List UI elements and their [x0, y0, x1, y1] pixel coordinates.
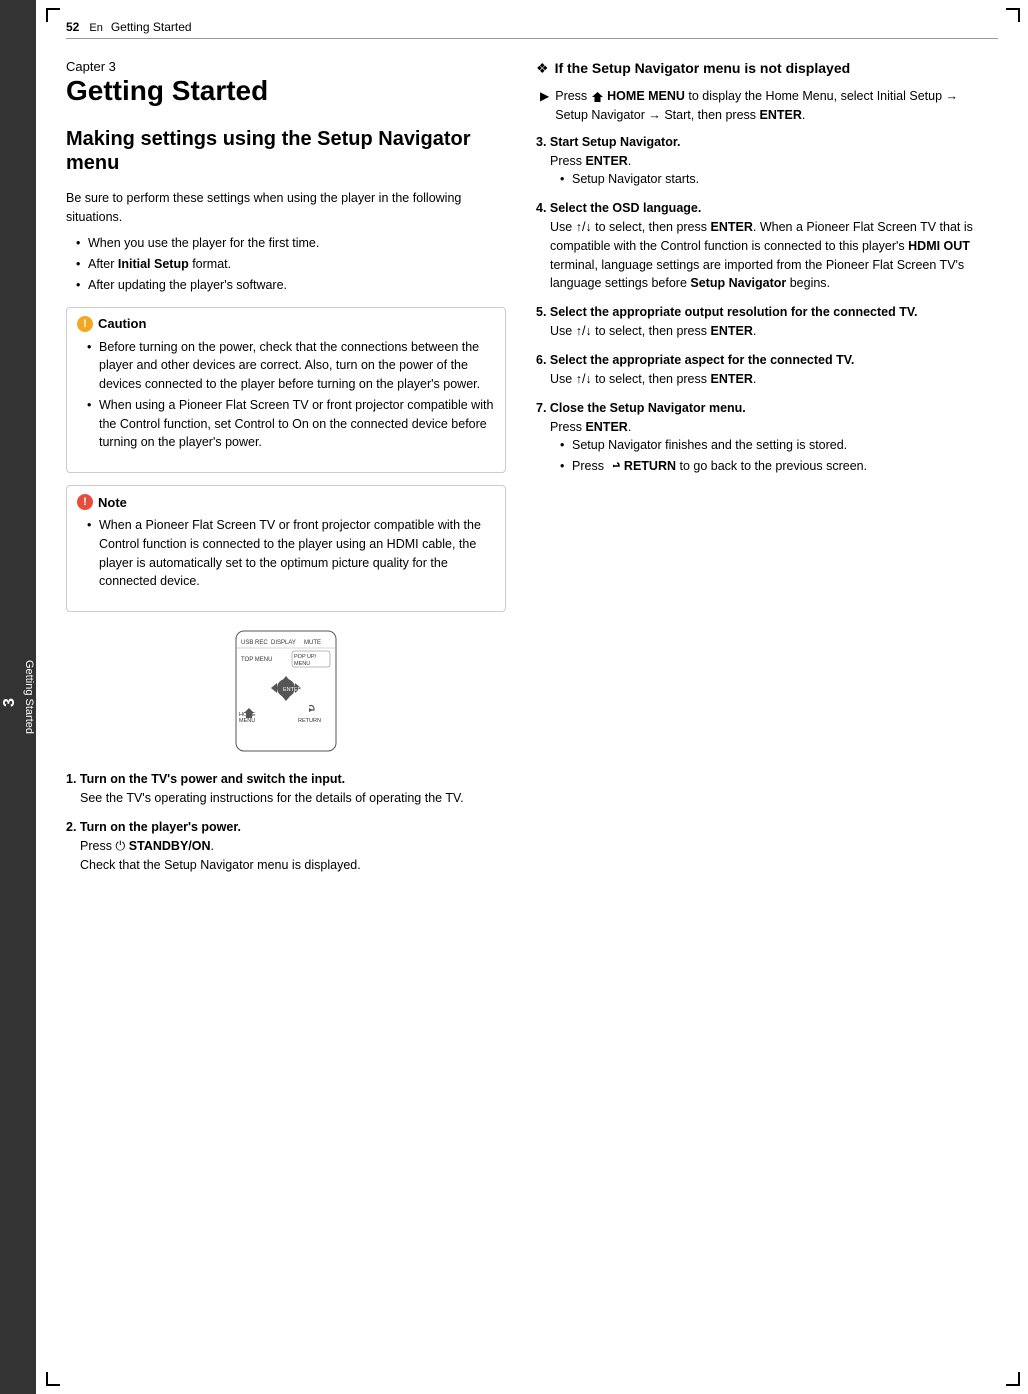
- svg-text:USB REC: USB REC: [241, 640, 268, 646]
- svg-text:MUTE: MUTE: [304, 640, 321, 646]
- step-3-title: 3. Start Setup Navigator.: [536, 135, 976, 149]
- main-content: 52 En Getting Started Capter 3 Getting S…: [36, 0, 1028, 1394]
- note-bullets: When a Pioneer Flat Screen TV or front p…: [77, 516, 495, 591]
- caution-bullets: Before turning on the power, check that …: [77, 338, 495, 453]
- caution-header: ! Caution: [77, 316, 495, 332]
- remote-image: USB REC DISPLAY MUTE TOP MENU POP UP/ ME…: [66, 626, 506, 756]
- step-7-bullet-2: Press RETURN to go back to the previous …: [560, 457, 976, 476]
- sidebar: 3 Getting Started: [0, 0, 36, 1394]
- svg-text:MENU: MENU: [239, 718, 255, 724]
- caution-item: Before turning on the power, check that …: [87, 338, 495, 394]
- home-icon: [591, 91, 604, 102]
- note-header: ! Note: [77, 494, 495, 510]
- step-6-title: 6. Select the appropriate aspect for the…: [536, 353, 976, 367]
- step-6-body: Use ↑/↓ to select, then press ENTER.: [536, 370, 976, 389]
- intro-text: Be sure to perform these settings when u…: [66, 189, 506, 227]
- press-instruction: ▶ Press HOME MENU to display the Home Me…: [536, 87, 976, 125]
- step-1: 1. Turn on the TV's power and switch the…: [66, 772, 506, 808]
- svg-text:ENTER: ENTER: [283, 687, 302, 693]
- step-5-body: Use ↑/↓ to select, then press ENTER.: [536, 322, 976, 341]
- step-7-bullet-1: Setup Navigator finishes and the setting…: [560, 436, 976, 455]
- return-icon: [607, 461, 620, 472]
- diamond-icon: ❖: [536, 60, 549, 77]
- step-3-body: Press ENTER. Setup Navigator starts.: [536, 152, 976, 190]
- intro-bullets: When you use the player for the first ti…: [66, 234, 506, 294]
- step-4: 4. Select the OSD language. Use ↑/↓ to s…: [536, 201, 976, 293]
- press-instruction-text: Press HOME MENU to display the Home Menu…: [555, 87, 976, 125]
- note-item: When a Pioneer Flat Screen TV or front p…: [87, 516, 495, 591]
- step-1-body: See the TV's operating instructions for …: [66, 789, 506, 808]
- caution-item: When using a Pioneer Flat Screen TV or f…: [87, 396, 495, 452]
- step-3-bullets: Setup Navigator starts.: [550, 170, 976, 189]
- section-title: Making settings using the Setup Navigato…: [66, 127, 506, 175]
- arrow-right-icon: ▶: [540, 89, 549, 103]
- svg-text:POP UP/: POP UP/: [294, 654, 317, 660]
- step-5: 5. Select the appropriate output resolut…: [536, 305, 976, 341]
- left-column: Capter 3 Getting Started Making settings…: [66, 59, 506, 886]
- step-7-bullets: Setup Navigator finishes and the setting…: [550, 436, 976, 476]
- step-7-body: Press ENTER. Setup Navigator finishes an…: [536, 418, 976, 476]
- bullet-item: After updating the player's software.: [76, 276, 506, 295]
- svg-text:TOP MENU: TOP MENU: [241, 657, 272, 663]
- step-7: 7. Close the Setup Navigator menu. Press…: [536, 401, 976, 476]
- step-4-body: Use ↑/↓ to select, then press ENTER. Whe…: [536, 218, 976, 293]
- page-header: 52 En Getting Started: [66, 20, 998, 39]
- step-1-title: 1. Turn on the TV's power and switch the…: [66, 772, 506, 786]
- svg-text:MENU: MENU: [294, 661, 310, 667]
- lang-code: En: [89, 22, 102, 34]
- chapter-label: Capter 3: [66, 59, 506, 74]
- step-3: 3. Start Setup Navigator. Press ENTER. S…: [536, 135, 976, 190]
- if-not-displayed-header: ❖ If the Setup Navigator menu is not dis…: [536, 59, 976, 77]
- step-2: 2. Turn on the player's power. Press ⏻ S…: [66, 820, 506, 875]
- step-1-number: 1.: [66, 772, 80, 786]
- right-column: ❖ If the Setup Navigator menu is not dis…: [536, 59, 976, 886]
- chapter-title: Getting Started: [66, 76, 506, 107]
- svg-text:RETURN: RETURN: [298, 718, 321, 724]
- caution-icon: !: [77, 316, 93, 332]
- step-2-title: 2. Turn on the player's power.: [66, 820, 506, 834]
- remote-svg: USB REC DISPLAY MUTE TOP MENU POP UP/ ME…: [226, 626, 346, 756]
- page-number: 52: [66, 20, 79, 34]
- note-label: Note: [98, 495, 127, 510]
- sidebar-number: 3: [1, 699, 19, 708]
- svg-text:DISPLAY: DISPLAY: [271, 640, 296, 646]
- step-4-title: 4. Select the OSD language.: [536, 201, 976, 215]
- bullet-item: When you use the player for the first ti…: [76, 234, 506, 253]
- step-2-body: Press ⏻ STANDBY/ON. Check that the Setup…: [66, 837, 506, 875]
- step-7-title: 7. Close the Setup Navigator menu.: [536, 401, 976, 415]
- note-box: ! Note When a Pioneer Flat Screen TV or …: [66, 485, 506, 612]
- sidebar-label-text: Getting Started: [23, 660, 35, 734]
- step-6: 6. Select the appropriate aspect for the…: [536, 353, 976, 389]
- caution-label: Caution: [98, 316, 146, 331]
- note-icon: !: [77, 494, 93, 510]
- step-5-title: 5. Select the appropriate output resolut…: [536, 305, 976, 319]
- header-section-label: Getting Started: [111, 20, 192, 34]
- step-3-bullet: Setup Navigator starts.: [560, 170, 976, 189]
- caution-box: ! Caution Before turning on the power, c…: [66, 307, 506, 474]
- bullet-item: After Initial Setup format.: [76, 255, 506, 274]
- if-not-displayed-title: If the Setup Navigator menu is not displ…: [555, 59, 851, 77]
- step-2-number: 2.: [66, 820, 80, 834]
